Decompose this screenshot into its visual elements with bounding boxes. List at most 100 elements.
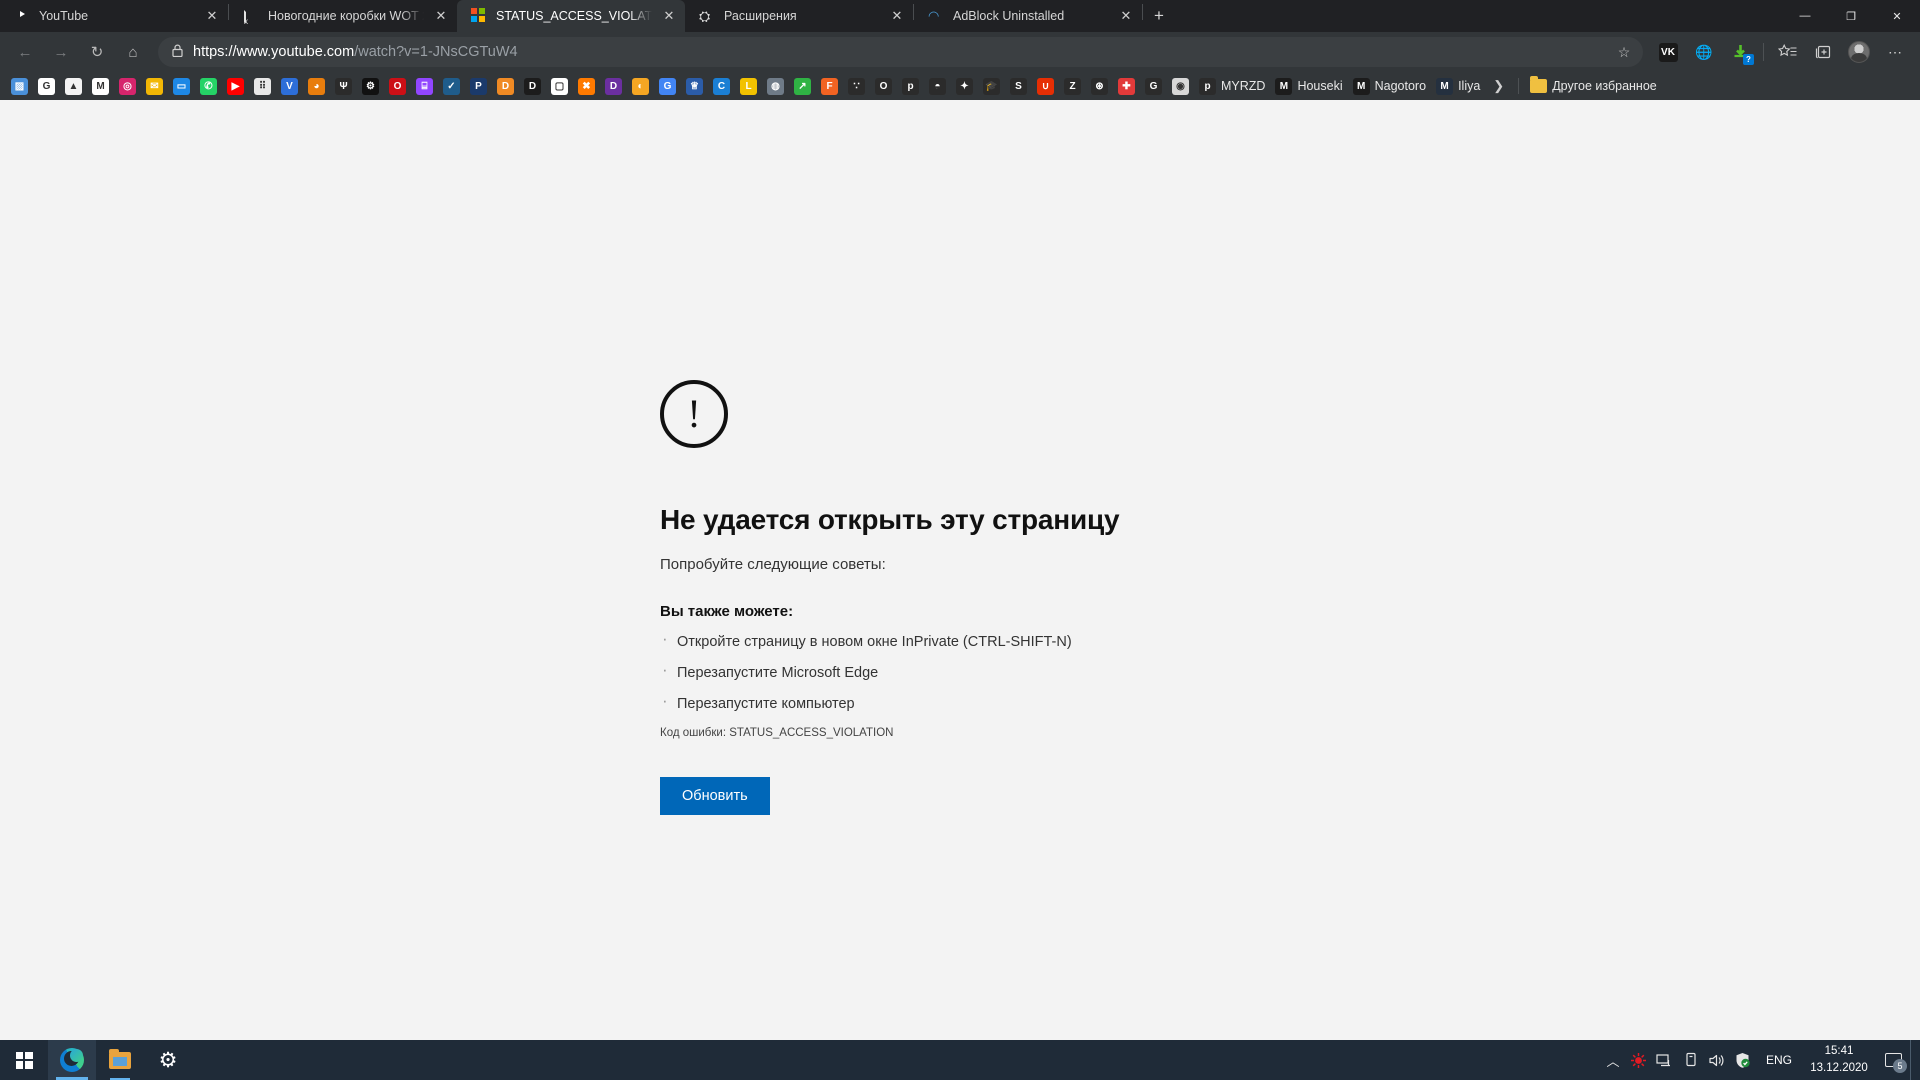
- minimize-button[interactable]: —: [1782, 0, 1828, 32]
- refresh-button[interactable]: Обновить: [660, 777, 770, 815]
- bookmark-item[interactable]: L: [735, 76, 762, 97]
- reload-icon[interactable]: ↻: [80, 37, 114, 67]
- bookmark-item[interactable]: P: [465, 76, 492, 97]
- tab-status-access-violation[interactable]: STATUS_ACCESS_VIOLATION - M ✕: [457, 0, 685, 32]
- profile-avatar[interactable]: [1842, 37, 1876, 67]
- bookmark-item[interactable]: ⚙: [357, 76, 384, 97]
- tab-title: YouTube: [39, 9, 89, 23]
- language-indicator[interactable]: ENG: [1756, 1053, 1802, 1067]
- taskbar-item-edge[interactable]: [48, 1040, 96, 1080]
- bookmark-item[interactable]: ⊛: [1086, 76, 1113, 97]
- back-icon[interactable]: ←: [8, 37, 42, 67]
- bookmark-item[interactable]: D: [519, 76, 546, 97]
- notifications-button[interactable]: 5: [1876, 1040, 1910, 1080]
- network-icon[interactable]: [1652, 1040, 1678, 1080]
- restore-button[interactable]: ❐: [1828, 0, 1874, 32]
- collections-icon[interactable]: [1806, 37, 1840, 67]
- usb-icon[interactable]: [1678, 1040, 1704, 1080]
- tab-adblock-uninstalled[interactable]: ◠ AdBlock Uninstalled ✕: [914, 0, 1142, 32]
- bookmark-item[interactable]: Ψ: [330, 76, 357, 97]
- translate-icon[interactable]: 🌐: [1687, 37, 1721, 67]
- new-tab-button[interactable]: +: [1143, 2, 1175, 30]
- tab-close-button[interactable]: ✕: [889, 8, 905, 24]
- bookmark-item[interactable]: Z: [1059, 76, 1086, 97]
- bookmark-item[interactable]: G: [1140, 76, 1167, 97]
- bookmark-item[interactable]: ▨: [6, 76, 33, 97]
- bookmark-item[interactable]: ✉: [141, 76, 168, 97]
- bookmark-label: Nagotoro: [1374, 79, 1427, 93]
- tab-extensions[interactable]: ⛭ Расширения ✕: [685, 0, 913, 32]
- tab-close-button[interactable]: ✕: [661, 8, 677, 24]
- bookmark-item[interactable]: ◎: [114, 76, 141, 97]
- bookmark-item[interactable]: F: [816, 76, 843, 97]
- bookmark-item[interactable]: p: [897, 76, 924, 97]
- bookmark-item[interactable]: ↗: [789, 76, 816, 97]
- show-desktop-button[interactable]: [1910, 1040, 1916, 1080]
- antivirus-icon[interactable]: [1626, 1040, 1652, 1080]
- chevron-up-icon[interactable]: ︿: [1600, 1040, 1626, 1080]
- dots-color-icon: ∵: [848, 77, 865, 95]
- tab-close-button[interactable]: ✕: [433, 8, 449, 24]
- bookmark-item[interactable]: ✚: [1113, 76, 1140, 97]
- bookmark-item[interactable]: ✓: [438, 76, 465, 97]
- close-button[interactable]: ✕: [1874, 0, 1920, 32]
- taskbar-item-settings[interactable]: ⚙: [144, 1040, 192, 1080]
- bookmark-item[interactable]: ♕: [681, 76, 708, 97]
- clock[interactable]: 15:41 13.12.2020: [1802, 1043, 1876, 1076]
- bookmark-item[interactable]: O: [870, 76, 897, 97]
- bookmark-item[interactable]: ▢: [546, 76, 573, 97]
- photos-icon: ▨: [11, 77, 28, 95]
- vk-extension-icon[interactable]: VK: [1651, 37, 1685, 67]
- bookmarks-overflow-icon[interactable]: ❯: [1485, 78, 1512, 94]
- bookmark-folder-other[interactable]: Другое избранное: [1525, 76, 1662, 95]
- bookmark-item[interactable]: ⌸: [411, 76, 438, 97]
- z-red-icon: Z: [1064, 77, 1081, 95]
- instagram-icon: ◎: [119, 77, 136, 95]
- bookmark-item[interactable]: ◉: [1167, 76, 1194, 97]
- tab-wot-boxes[interactable]: Новогодние коробки WOT 2021 ✕: [229, 0, 457, 32]
- bookmark-item[interactable]: D: [600, 76, 627, 97]
- forward-icon[interactable]: →: [44, 37, 78, 67]
- bookmark-item[interactable]: ◕: [303, 76, 330, 97]
- bookmark-item[interactable]: S: [1005, 76, 1032, 97]
- bookmark-item[interactable]: ∪: [1032, 76, 1059, 97]
- bookmark-item[interactable]: ◐: [627, 76, 654, 97]
- bookmark-item[interactable]: G: [33, 76, 60, 97]
- address-bar[interactable]: https://www.youtube.com/watch?v=1-JNsCGT…: [158, 37, 1643, 67]
- favorites-icon[interactable]: [1770, 37, 1804, 67]
- taskbar-item-file-explorer[interactable]: [96, 1040, 144, 1080]
- bookmark-item[interactable]: 🎓: [978, 76, 1005, 97]
- bookmark-item[interactable]: ∵: [843, 76, 870, 97]
- start-button[interactable]: [0, 1040, 48, 1080]
- home-icon[interactable]: ⌂: [116, 37, 150, 67]
- settings-more-icon[interactable]: ⋯: [1878, 37, 1912, 67]
- bookmark-item[interactable]: ✖: [573, 76, 600, 97]
- add-favorite-icon[interactable]: ☆: [1611, 39, 1637, 65]
- bookmark-item[interactable]: ◓: [924, 76, 951, 97]
- bookmark-item[interactable]: ▭: [168, 76, 195, 97]
- dz-icon: D: [524, 77, 541, 95]
- bookmark-iliya[interactable]: M Iliya: [1431, 76, 1485, 97]
- bookmark-item[interactable]: V: [276, 76, 303, 97]
- bookmark-item[interactable]: ▶: [222, 76, 249, 97]
- bookmark-houseki[interactable]: M Houseki: [1270, 76, 1347, 97]
- tab-close-button[interactable]: ✕: [204, 8, 220, 24]
- bookmark-item[interactable]: M: [87, 76, 114, 97]
- bookmark-item[interactable]: O: [384, 76, 411, 97]
- bookmark-item[interactable]: D: [492, 76, 519, 97]
- tab-close-button[interactable]: ✕: [1118, 8, 1134, 24]
- download-manager-icon[interactable]: ?: [1723, 37, 1757, 67]
- plus-red-icon: ✚: [1118, 77, 1135, 95]
- bookmark-item[interactable]: ◍: [762, 76, 789, 97]
- volume-icon[interactable]: [1704, 1040, 1730, 1080]
- bookmark-nagotoro[interactable]: M Nagotoro: [1348, 76, 1431, 97]
- bookmark-myrzd[interactable]: p MYRZD: [1194, 76, 1270, 97]
- bookmark-item[interactable]: ✆: [195, 76, 222, 97]
- security-shield-icon[interactable]: [1730, 1040, 1756, 1080]
- bookmark-item[interactable]: C: [708, 76, 735, 97]
- bookmark-item[interactable]: ✦: [951, 76, 978, 97]
- bookmark-item[interactable]: G: [654, 76, 681, 97]
- bookmark-item[interactable]: ▲: [60, 76, 87, 97]
- tab-youtube[interactable]: YouTube ✕: [0, 0, 228, 32]
- bookmark-item[interactable]: ⠿: [249, 76, 276, 97]
